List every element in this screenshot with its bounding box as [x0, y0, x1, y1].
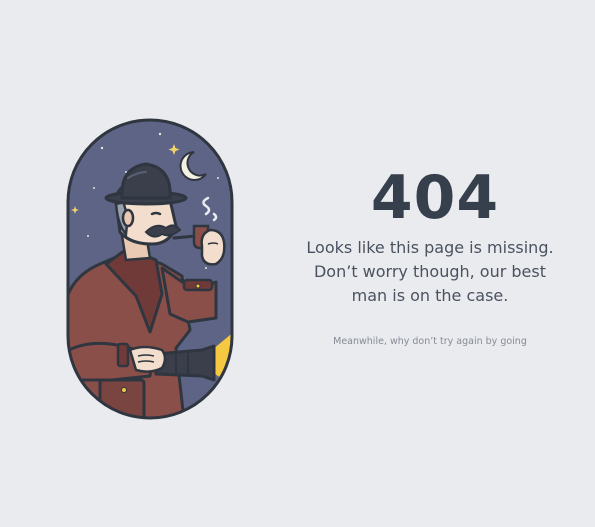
sub-message: Meanwhile, why don’t try again by going	[333, 336, 527, 347]
detective-illustration	[66, 118, 234, 420]
hand-lower	[128, 345, 167, 373]
error-message-line: man is on the case.	[351, 286, 509, 305]
ear	[121, 208, 135, 228]
eye	[150, 211, 162, 216]
error-code-heading: 404	[370, 163, 500, 233]
coat-button	[195, 283, 201, 289]
error-message-line: Don’t worry though, our best	[313, 262, 546, 281]
error-message: Looks like this page is missing. Don’t w…	[296, 236, 564, 308]
pocket-button	[121, 387, 127, 393]
hand-raised	[200, 228, 226, 266]
error-message-line: Looks like this page is missing.	[306, 238, 554, 257]
arm-cuff	[116, 342, 130, 368]
